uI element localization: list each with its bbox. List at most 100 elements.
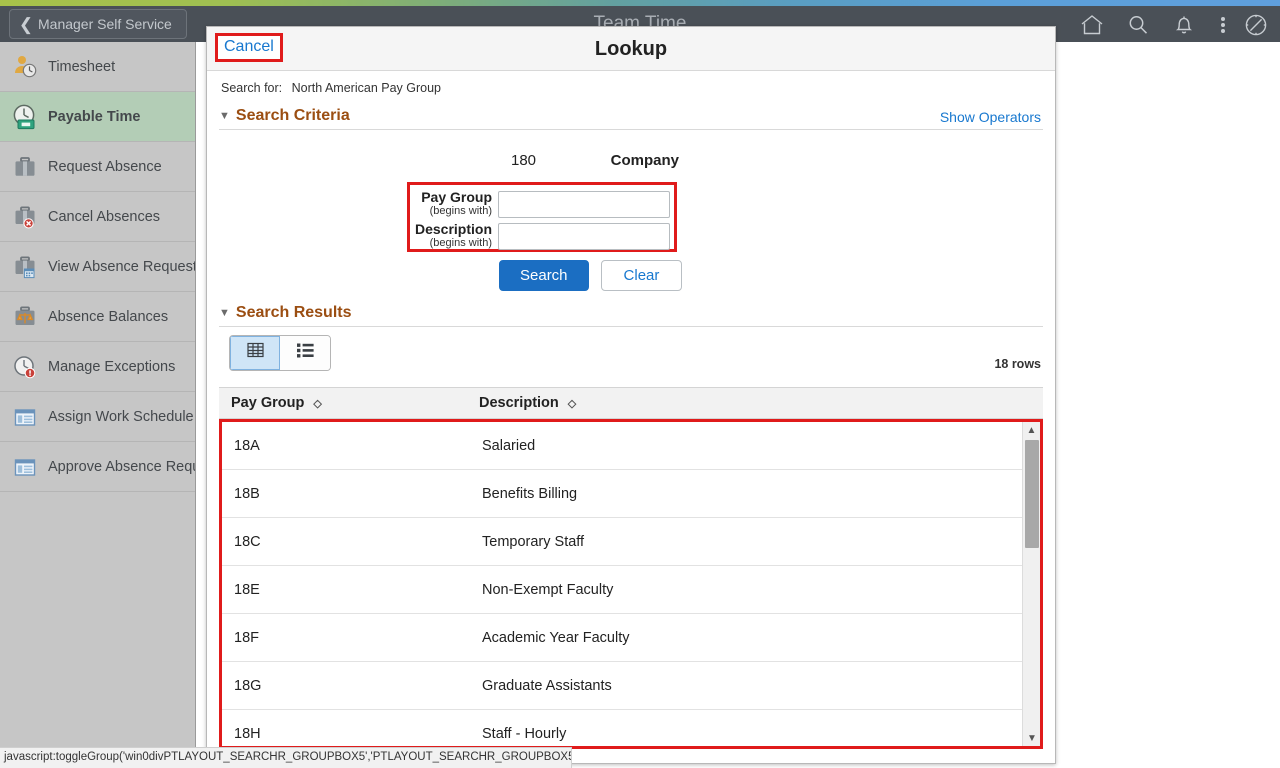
- pay-group-input[interactable]: [498, 190, 670, 218]
- cell-pay-group: 18F: [234, 629, 259, 646]
- table-row[interactable]: 18C Temporary Staff: [222, 518, 1022, 566]
- cell-pay-group: 18H: [234, 725, 261, 742]
- briefcase-cancel-icon: [8, 200, 42, 234]
- table-row[interactable]: 18B Benefits Billing: [222, 470, 1022, 518]
- cell-pay-group: 18A: [234, 437, 260, 454]
- sidebar-item-view-absence-requests[interactable]: View Absence Requests: [0, 242, 195, 292]
- briefcase-icon: [8, 150, 42, 184]
- cell-pay-group: 18E: [234, 581, 260, 598]
- list-view-icon: [296, 343, 314, 363]
- sidebar-item-assign-work-schedule[interactable]: Assign Work Schedule: [0, 392, 195, 442]
- cell-description: Academic Year Faculty: [482, 629, 630, 646]
- table-row[interactable]: 18A Salaried: [222, 422, 1022, 470]
- sidebar-item-payable-time[interactable]: Payable Time: [0, 92, 195, 142]
- sidebar-item-manage-exceptions[interactable]: Manage Exceptions: [0, 342, 195, 392]
- table-row[interactable]: 18E Non-Exempt Faculty: [222, 566, 1022, 614]
- scrollbar-thumb[interactable]: [1025, 440, 1039, 548]
- description-input[interactable]: [498, 222, 670, 250]
- cell-pay-group: 18B: [234, 485, 260, 502]
- results-toolbar: 18 rows: [219, 327, 1043, 387]
- caret-down-icon: ▼: [219, 109, 230, 122]
- cell-description: Non-Exempt Faculty: [482, 581, 614, 598]
- sidebar-item-label: View Absence Requests: [48, 258, 195, 275]
- search-results-title: Search Results: [235, 304, 352, 321]
- chevron-left-icon: ❮: [18, 14, 34, 34]
- sidebar-item-label: Absence Balances: [48, 308, 169, 325]
- search-button[interactable]: Search: [499, 260, 589, 291]
- sidebar-item-label: Manage Exceptions: [48, 358, 176, 375]
- back-button[interactable]: ❮ Manager Self Service: [9, 9, 187, 39]
- search-results-toggle[interactable]: ▼ Search Results: [219, 304, 1043, 322]
- table-row[interactable]: 18F Academic Year Faculty: [222, 614, 1022, 662]
- clear-button[interactable]: Clear: [600, 260, 683, 291]
- grid-view-icon: [246, 342, 264, 364]
- cell-description: Staff - Hourly: [482, 725, 567, 742]
- company-value: 180: [511, 152, 537, 169]
- search-icon[interactable]: [1118, 10, 1158, 40]
- timesheet-person-clock-icon: [8, 50, 42, 84]
- search-criteria-body: Company 180 Pay Group (begins with) Desc…: [219, 130, 1043, 292]
- sidebar-item-request-absence[interactable]: Request Absence: [0, 142, 195, 192]
- briefcase-balance-icon: [8, 300, 42, 334]
- pay-group-label: Pay Group: [421, 189, 492, 205]
- modal-title-bar: Cancel Lookup: [207, 27, 1055, 71]
- company-row: Company 180: [219, 152, 679, 170]
- pay-group-operator: (begins with): [429, 205, 492, 217]
- search-fields-group: Pay Group (begins with) Description (beg…: [407, 182, 677, 252]
- status-bar: javascript:toggleGroup('win0divPTLAYOUT_…: [0, 747, 572, 768]
- search-results-section-header: ▼ Search Results: [219, 304, 1043, 327]
- search-for-row: Search for: North American Pay Group: [219, 71, 1043, 95]
- description-field-row: Description (begins with): [410, 220, 674, 252]
- window-list-icon: [8, 450, 42, 484]
- results-table-header: Pay Group ◇ Description ◇: [219, 387, 1043, 419]
- briefcase-calendar-icon: [8, 250, 42, 284]
- back-button-label: Manager Self Service: [38, 16, 172, 32]
- sidebar-item-approve-absence-requests[interactable]: Approve Absence Requests: [0, 442, 195, 492]
- sidebar-item-timesheet[interactable]: Timesheet: [0, 42, 195, 92]
- criteria-button-row: Search Clear: [499, 260, 683, 291]
- view-toggle-group: [229, 335, 331, 371]
- window-list-icon: [8, 400, 42, 434]
- search-criteria-section-header: ▼ Search Criteria Show Operators: [219, 107, 1043, 130]
- cell-description: Salaried: [482, 437, 536, 454]
- nav-bar-icon[interactable]: [1236, 10, 1276, 40]
- sidebar-item-label: Request Absence: [48, 158, 162, 175]
- show-operators-link[interactable]: Show Operators: [940, 109, 1041, 125]
- sidebar-item-label: Assign Work Schedule: [48, 408, 194, 425]
- sidebar-item-cancel-absences[interactable]: Cancel Absences: [0, 192, 195, 242]
- table-row[interactable]: 18G Graduate Assistants: [222, 662, 1022, 710]
- search-criteria-toggle[interactable]: ▼ Search Criteria: [219, 107, 1043, 125]
- table-row[interactable]: 18H Staff - Hourly: [222, 710, 1022, 746]
- description-label-block: Description (begins with): [414, 222, 498, 250]
- sidebar-item-absence-balances[interactable]: Absence Balances: [0, 292, 195, 342]
- sidebar-item-label: Payable Time: [48, 108, 141, 125]
- cell-pay-group: 18G: [234, 677, 262, 694]
- column-header-pay-group[interactable]: Pay Group ◇: [219, 395, 479, 411]
- notification-bell-icon[interactable]: [1164, 10, 1204, 40]
- search-for-label: Search for:: [221, 81, 283, 95]
- search-for-value: North American Pay Group: [291, 81, 441, 95]
- cell-description: Graduate Assistants: [482, 677, 612, 694]
- chevron-down-icon[interactable]: ▼: [1023, 730, 1041, 746]
- pay-group-field-row: Pay Group (begins with): [410, 188, 674, 220]
- grid-view-button[interactable]: [230, 336, 280, 370]
- column-header-description[interactable]: Description ◇: [479, 395, 879, 411]
- list-view-button[interactable]: [280, 336, 330, 370]
- sort-updown-icon: ◇: [567, 398, 577, 410]
- payable-time-clock-icon: [8, 100, 42, 134]
- results-table-body: 18A Salaried 18B Benefits Billing 18C Te…: [222, 422, 1022, 746]
- sidebar-nav: Timesheet Payable Time Request Absence C…: [0, 42, 196, 768]
- modal-title: Lookup: [594, 38, 668, 60]
- sidebar-item-label: Timesheet: [48, 58, 116, 75]
- chevron-up-icon[interactable]: ▲: [1023, 422, 1040, 438]
- sidebar-item-label: Cancel Absences: [48, 208, 161, 225]
- home-icon[interactable]: [1072, 10, 1112, 40]
- sort-updown-icon: ◇: [313, 398, 322, 410]
- row-count-label: 18 rows: [994, 357, 1041, 371]
- results-scrollbar[interactable]: ▲ ▼: [1022, 422, 1040, 746]
- search-criteria-title: Search Criteria: [235, 107, 350, 124]
- pay-group-label-block: Pay Group (begins with): [414, 190, 498, 218]
- results-table-highlight: 18A Salaried 18B Benefits Billing 18C Te…: [219, 419, 1043, 749]
- cell-pay-group: 18C: [234, 533, 261, 550]
- clock-alert-icon: [8, 350, 42, 384]
